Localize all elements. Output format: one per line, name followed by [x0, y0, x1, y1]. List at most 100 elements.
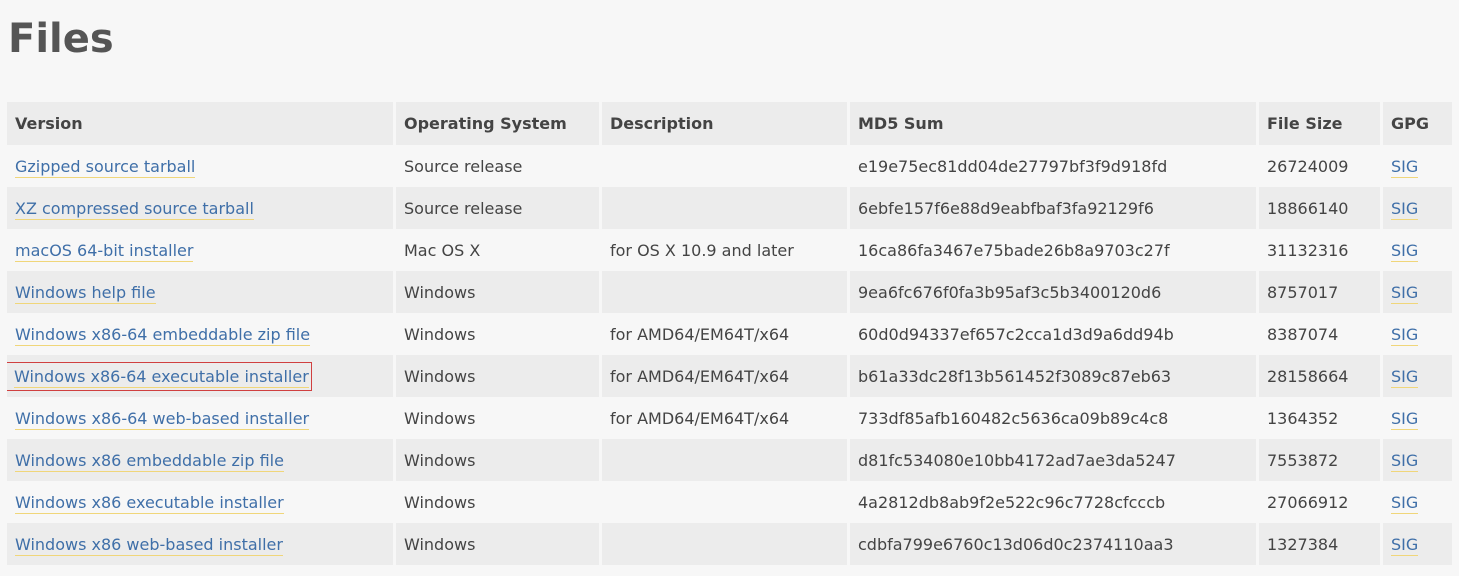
gpg-cell: SIG	[1383, 439, 1452, 481]
column-header-description: Description	[602, 102, 847, 145]
version-download-link[interactable]: Windows x86 web-based installer	[15, 534, 283, 556]
version-download-link[interactable]: XZ compressed source tarball	[15, 198, 254, 220]
md5-cell: b61a33dc28f13b561452f3089c87eb63	[850, 355, 1256, 397]
os-cell: Windows	[396, 439, 599, 481]
version-link-wrapper: Windows x86-64 web-based installer	[15, 408, 310, 430]
file-size-cell: 26724009	[1259, 145, 1380, 187]
description-cell	[602, 145, 847, 187]
version-link-wrapper: Windows x86 embeddable zip file	[15, 450, 284, 472]
file-size-cell: 8387074	[1259, 313, 1380, 355]
version-link-wrapper: macOS 64-bit installer	[15, 240, 194, 262]
version-download-link[interactable]: Windows x86-64 embeddable zip file	[15, 324, 311, 346]
version-download-link[interactable]: Windows x86-64 executable installer	[14, 366, 309, 388]
md5-cell: 16ca86fa3467e75bade26b8a9703c27f	[850, 229, 1256, 271]
version-download-link[interactable]: macOS 64-bit installer	[15, 240, 194, 262]
description-cell: for AMD64/EM64T/x64	[602, 313, 847, 355]
table-header-row: Version Operating System Description MD5…	[7, 102, 1452, 145]
description-cell	[602, 271, 847, 313]
os-cell: Source release	[396, 145, 599, 187]
file-size-cell: 28158664	[1259, 355, 1380, 397]
version-link-wrapper: Windows x86 web-based installer	[15, 534, 283, 556]
os-cell: Windows	[396, 397, 599, 439]
version-cell: Windows x86 executable installer	[7, 481, 393, 523]
table-row: Windows x86-64 embeddable zip file Window…	[7, 313, 1452, 355]
description-cell	[602, 439, 847, 481]
version-download-link[interactable]: Windows x86-64 web-based installer	[15, 408, 310, 430]
table-row: Windows x86-64 executable installer Windo…	[7, 355, 1452, 397]
file-size-cell: 7553872	[1259, 439, 1380, 481]
column-header-os: Operating System	[396, 102, 599, 145]
description-cell	[602, 523, 847, 565]
description-cell	[602, 187, 847, 229]
version-download-link[interactable]: Windows help file	[15, 282, 156, 304]
highlight-box: Windows x86-64 executable installer	[7, 361, 312, 391]
version-cell: XZ compressed source tarball	[7, 187, 393, 229]
column-header-file-size: File Size	[1259, 102, 1380, 145]
gpg-cell: SIG	[1383, 355, 1452, 397]
version-download-link[interactable]: Gzipped source tarball	[15, 156, 196, 178]
table-row: macOS 64-bit installer Mac OS Xfor OS X 1…	[7, 229, 1452, 271]
version-link-wrapper: Gzipped source tarball	[15, 156, 196, 178]
file-size-cell: 1327384	[1259, 523, 1380, 565]
os-cell: Windows	[396, 481, 599, 523]
gpg-cell: SIG	[1383, 523, 1452, 565]
description-cell: for AMD64/EM64T/x64	[602, 397, 847, 439]
os-cell: Windows	[396, 355, 599, 397]
version-cell: macOS 64-bit installer	[7, 229, 393, 271]
gpg-signature-link[interactable]: SIG	[1391, 324, 1419, 346]
gpg-signature-link[interactable]: SIG	[1391, 492, 1419, 514]
md5-cell: d81fc534080e10bb4172ad7ae3da5247	[850, 439, 1256, 481]
version-link-wrapper: XZ compressed source tarball	[15, 198, 254, 220]
md5-cell: cdbfa799e6760c13d06d0c2374110aa3	[850, 523, 1256, 565]
table-body: Gzipped source tarball Source release e19e…	[7, 145, 1452, 565]
file-size-cell: 31132316	[1259, 229, 1380, 271]
os-cell: Windows	[396, 523, 599, 565]
version-cell: Windows x86-64 embeddable zip file	[7, 313, 393, 355]
file-size-cell: 18866140	[1259, 187, 1380, 229]
os-cell: Windows	[396, 313, 599, 355]
column-header-version: Version	[7, 102, 393, 145]
md5-cell: e19e75ec81dd04de27797bf3f9d918fd	[850, 145, 1256, 187]
md5-cell: 6ebfe157f6e88d9eabfbaf3fa92129f6	[850, 187, 1256, 229]
gpg-signature-link[interactable]: SIG	[1391, 198, 1419, 220]
version-link-wrapper: Windows x86 executable installer	[15, 492, 284, 514]
file-size-cell: 8757017	[1259, 271, 1380, 313]
gpg-cell: SIG	[1383, 229, 1452, 271]
description-cell: for OS X 10.9 and later	[602, 229, 847, 271]
gpg-signature-link[interactable]: SIG	[1391, 156, 1419, 178]
table-row: Windows x86 embeddable zip file Windows d8…	[7, 439, 1452, 481]
version-cell: Windows x86-64 web-based installer	[7, 397, 393, 439]
table-row: Gzipped source tarball Source release e19e…	[7, 145, 1452, 187]
gpg-signature-link[interactable]: SIG	[1391, 366, 1419, 388]
gpg-cell: SIG	[1383, 187, 1452, 229]
table-row: Windows help file Windows 9ea6fc676f0fa3b9…	[7, 271, 1452, 313]
gpg-signature-link[interactable]: SIG	[1391, 408, 1419, 430]
gpg-cell: SIG	[1383, 397, 1452, 439]
table-row: XZ compressed source tarball Source relea…	[7, 187, 1452, 229]
version-cell: Windows x86-64 executable installer	[7, 355, 393, 397]
description-cell: for AMD64/EM64T/x64	[602, 355, 847, 397]
description-cell	[602, 481, 847, 523]
gpg-signature-link[interactable]: SIG	[1391, 534, 1419, 556]
table-row: Windows x86 executable installer Windows 4…	[7, 481, 1452, 523]
md5-cell: 60d0d94337ef657c2cca1d3d9a6dd94b	[850, 313, 1256, 355]
md5-cell: 9ea6fc676f0fa3b95af3c5b3400120d6	[850, 271, 1256, 313]
version-cell: Windows x86 embeddable zip file	[7, 439, 393, 481]
md5-cell: 4a2812db8ab9f2e522c96c7728cfcccb	[850, 481, 1256, 523]
gpg-cell: SIG	[1383, 313, 1452, 355]
version-download-link[interactable]: Windows x86 executable installer	[15, 492, 284, 514]
file-size-cell: 27066912	[1259, 481, 1380, 523]
page: Files Version Operating System Descripti…	[0, 0, 1459, 576]
gpg-cell: SIG	[1383, 145, 1452, 187]
gpg-cell: SIG	[1383, 481, 1452, 523]
version-cell: Gzipped source tarball	[7, 145, 393, 187]
table-row: Windows x86 web-based installer Windows cd…	[7, 523, 1452, 565]
version-download-link[interactable]: Windows x86 embeddable zip file	[15, 450, 284, 472]
gpg-signature-link[interactable]: SIG	[1391, 282, 1419, 304]
version-cell: Windows x86 web-based installer	[7, 523, 393, 565]
file-size-cell: 1364352	[1259, 397, 1380, 439]
page-title: Files	[8, 16, 114, 62]
gpg-signature-link[interactable]: SIG	[1391, 450, 1419, 472]
gpg-signature-link[interactable]: SIG	[1391, 240, 1419, 262]
files-table: Version Operating System Description MD5…	[4, 102, 1455, 565]
